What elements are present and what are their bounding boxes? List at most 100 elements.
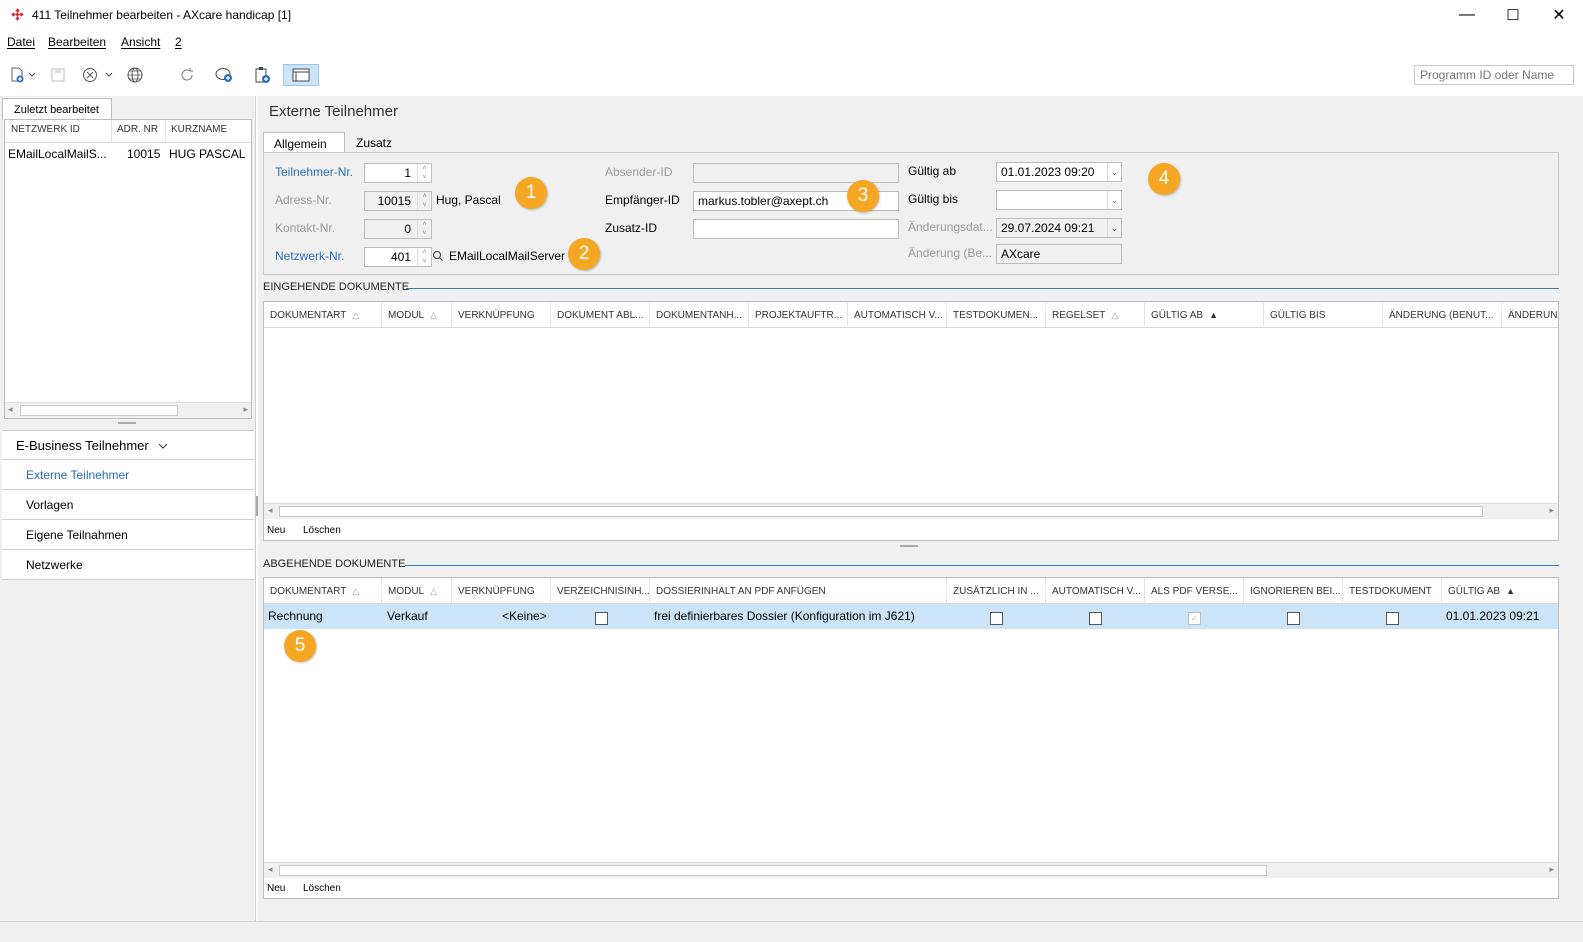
search-icon[interactable]	[432, 250, 444, 262]
in-col-verknuepfung[interactable]: VERKNÜPFUNG	[452, 302, 551, 328]
left-splitter[interactable]	[118, 422, 136, 424]
col-kurzname[interactable]: KURZNAME	[171, 124, 227, 135]
col-adr-nr[interactable]: ADR. NR	[117, 124, 158, 135]
menu-ansicht[interactable]: Ansicht	[121, 35, 160, 49]
out-col-gueltig-ab[interactable]: GÜLTIG AB ▲	[1442, 578, 1558, 604]
callout-badge-4: 4	[1148, 163, 1180, 195]
kontakt-label: Kontakt-Nr.	[275, 221, 336, 235]
outgoing-scrollbar[interactable]: ◂ ▸	[264, 862, 1558, 878]
zusatz-label: Zusatz-ID	[605, 221, 658, 235]
in-col-aenderung[interactable]: ÄNDERUNG	[1502, 302, 1558, 328]
table-row[interactable]: Rechnung Verkauf <Keine> frei definierba…	[264, 604, 1558, 629]
out-col-testdokument[interactable]: TESTDOKUMENT	[1343, 578, 1442, 604]
program-search-input[interactable]	[1414, 65, 1574, 85]
globe-button[interactable]	[124, 64, 146, 86]
out-col-zusaetzlich[interactable]: ZUSÄTZLICH IN ...	[947, 578, 1046, 604]
incoming-delete-button[interactable]: Löschen	[303, 525, 341, 536]
netzwerk-name: EMailLocalMailServer	[449, 249, 566, 263]
checkbox-testdokument[interactable]	[1386, 612, 1399, 625]
adress-name: Hug, Pascal	[436, 193, 501, 207]
nav-item-vorlagen[interactable]: Vorlagen	[2, 490, 254, 520]
out-col-als-pdf[interactable]: ALS PDF VERSE...	[1145, 578, 1244, 604]
teilnehmer-field[interactable]: 1 ˄ ˅	[364, 163, 432, 183]
col-netzwerk-id[interactable]: NETZWERK ID	[11, 124, 80, 135]
minimize-button[interactable]: —	[1444, 0, 1490, 30]
outgoing-new-button[interactable]: Neu	[267, 883, 285, 894]
clipboard-button[interactable]	[250, 64, 274, 86]
incoming-divider	[406, 288, 1559, 289]
callout-badge-3: 3	[847, 180, 879, 212]
stepper-icon[interactable]: ˄ ˅	[417, 248, 431, 266]
outgoing-delete-button[interactable]: Löschen	[303, 883, 341, 894]
in-col-gueltig-bis[interactable]: GÜLTIG BIS	[1264, 302, 1383, 328]
out-col-ignorieren[interactable]: IGNORIEREN BEI...	[1244, 578, 1343, 604]
close-button[interactable]: ✕	[1536, 0, 1582, 30]
in-col-automatisch[interactable]: AUTOMATISCH V...	[848, 302, 947, 328]
nav-group-ebusiness[interactable]: E-Business Teilnehmer	[2, 430, 254, 460]
out-col-verzeichnisinh[interactable]: VERZEICHNISINH...	[551, 578, 650, 604]
zusatz-field[interactable]	[693, 219, 899, 239]
stepper-icon[interactable]: ˄ ˅	[417, 164, 431, 182]
in-col-dokument-abl[interactable]: DOKUMENT ABL...	[551, 302, 650, 328]
outgoing-grid: DOKUMENTART △ MODUL △ VERKNÜPFUNG VERZEICH…	[263, 577, 1559, 899]
out-col-modul[interactable]: MODUL △	[382, 578, 452, 604]
checkbox-zusaetzlich[interactable]	[990, 612, 1003, 625]
in-col-dokumentart[interactable]: DOKUMENTART △	[264, 302, 382, 328]
nav-item-netzwerke[interactable]: Netzwerke	[2, 550, 254, 580]
chevron-down-icon: ⌄	[1107, 219, 1121, 237]
out-col-dossierinhalt[interactable]: DOSSIERINHALT AN PDF ANFÜGEN	[650, 578, 947, 604]
tab-zusatz[interactable]: Zusatz	[346, 132, 402, 154]
window-button[interactable]	[283, 64, 319, 86]
checkbox-ignorieren[interactable]	[1287, 612, 1300, 625]
gueltig-ab-field[interactable]: 01.01.2023 09:20 ⌄	[996, 162, 1122, 182]
incoming-new-button[interactable]: Neu	[267, 525, 285, 536]
recent-kurzname: HUG PASCAL	[169, 147, 246, 161]
chevron-down-icon[interactable]: ⌄	[1107, 163, 1121, 181]
incoming-grid: DOKUMENTART △ MODUL △ VERKNÜPFUNG DOKUMENT…	[263, 301, 1559, 541]
nav-item-eigene-teilnahmen[interactable]: Eigene Teilnahmen	[2, 520, 254, 550]
page-title: Externe Teilnehmer	[269, 103, 398, 120]
menu-help[interactable]: 2	[175, 35, 182, 49]
in-col-testdokumen[interactable]: TESTDOKUMEN...	[947, 302, 1046, 328]
recent-adr: 10015	[127, 147, 161, 161]
recent-scrollbar[interactable]: ◂ ▸	[5, 402, 251, 418]
tab-allgemein[interactable]: Allgemein	[263, 132, 345, 154]
in-col-dokumentanh[interactable]: DOKUMENTANH...	[650, 302, 749, 328]
in-col-projektauftr[interactable]: PROJEKTAUFTR...	[749, 302, 848, 328]
callout-badge-1: 1	[515, 177, 547, 209]
out-col-verknuepfung[interactable]: VERKNÜPFUNG	[452, 578, 551, 604]
window-icon	[292, 68, 310, 82]
chevron-down-icon[interactable]: ⌄	[1107, 191, 1121, 209]
tab-recent[interactable]: Zuletzt bearbeitet	[2, 98, 112, 120]
recent-list: NETZWERK ID ADR. NR KURZNAME EMailLocalM…	[4, 119, 252, 419]
in-col-aenderung-benut[interactable]: ÄNDERUNG (BENUT...	[1383, 302, 1502, 328]
refresh-button[interactable]	[176, 64, 198, 86]
cancel-button[interactable]	[80, 64, 116, 86]
nav-item-externe-teilnehmer[interactable]: Externe Teilnehmer	[2, 460, 254, 490]
grid-splitter[interactable]	[900, 545, 918, 547]
checkbox-verzeichnisinh[interactable]	[595, 612, 608, 625]
list-item[interactable]: EMailLocalMailS... 10015 HUG PASCAL	[5, 144, 251, 164]
gueltig-bis-field[interactable]: ⌄	[996, 190, 1122, 210]
netzwerk-label[interactable]: Netzwerk-Nr.	[275, 249, 344, 263]
teilnehmer-label[interactable]: Teilnehmer-Nr.	[275, 165, 353, 179]
maximize-button[interactable]: ☐	[1490, 0, 1536, 30]
in-col-regelset[interactable]: REGELSET △	[1046, 302, 1145, 328]
in-col-gueltig-ab[interactable]: GÜLTIG AB ▲	[1145, 302, 1264, 328]
new-icon	[11, 67, 36, 83]
checkbox-automatisch[interactable]	[1089, 612, 1102, 625]
aenderungsdat-label: Änderungsdat...	[908, 220, 993, 234]
in-col-modul[interactable]: MODUL △	[382, 302, 452, 328]
netzwerk-field[interactable]: 401 ˄ ˅	[364, 247, 432, 267]
menu-bearbeiten[interactable]: Bearbeiten	[48, 35, 106, 49]
absender-label: Absender-ID	[605, 165, 673, 179]
menu-datei[interactable]: Datei	[7, 35, 35, 49]
chat-button[interactable]	[212, 64, 236, 86]
callout-badge-2: 2	[568, 238, 600, 270]
out-col-automatisch[interactable]: AUTOMATISCH V...	[1046, 578, 1145, 604]
incoming-scrollbar[interactable]: ◂ ▸	[264, 503, 1558, 519]
save-button[interactable]	[48, 64, 68, 86]
new-button[interactable]	[6, 64, 40, 86]
stepper-icon: ˄ ˅	[417, 220, 431, 238]
out-col-dokumentart[interactable]: DOKUMENTART △	[264, 578, 382, 604]
